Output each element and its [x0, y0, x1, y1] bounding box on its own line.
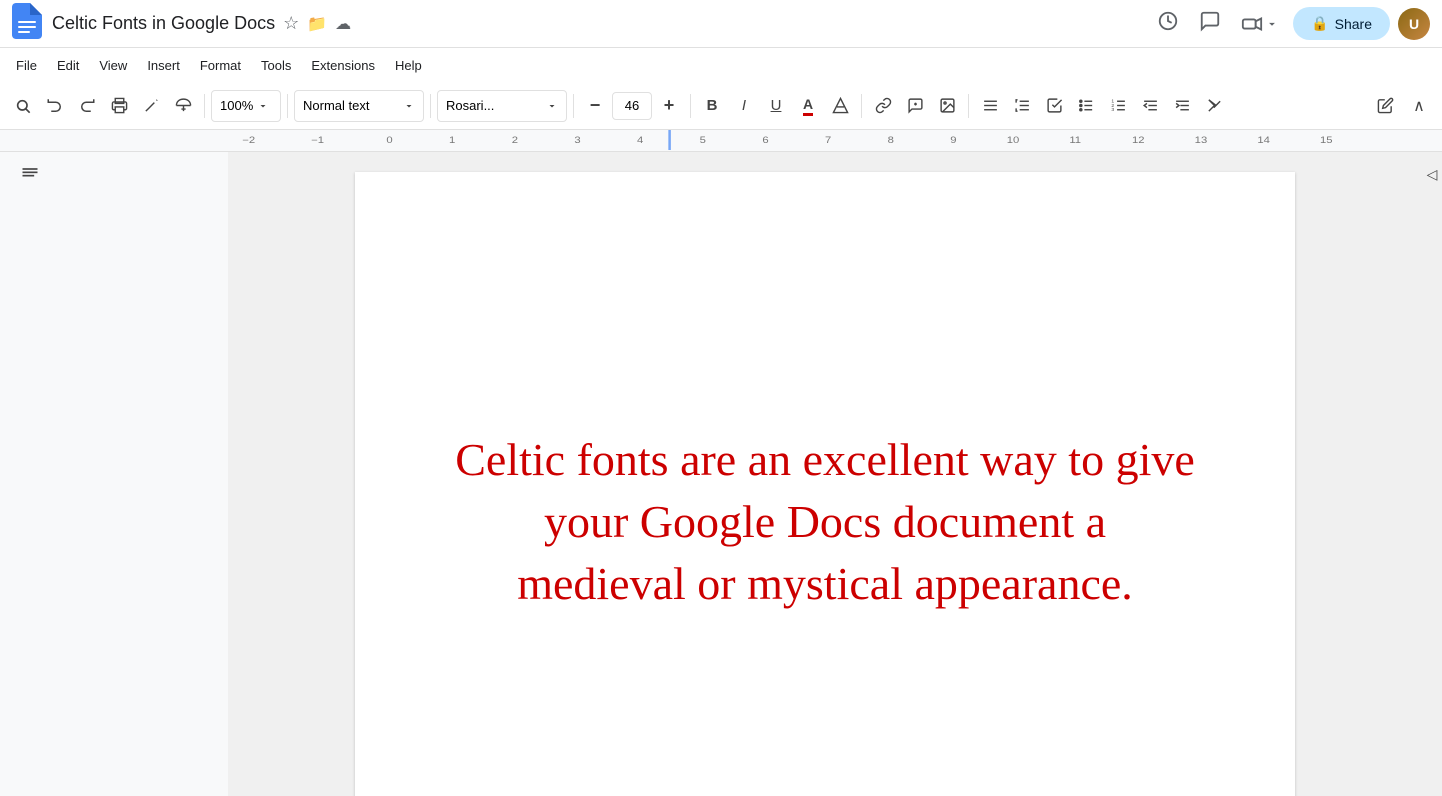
spellcheck-button[interactable]	[136, 91, 166, 121]
outline-icon[interactable]	[20, 164, 40, 189]
separator-5	[690, 94, 691, 118]
star-icon[interactable]: ☆	[283, 13, 299, 34]
align-button[interactable]	[975, 91, 1005, 121]
share-button[interactable]: 🔒 Share	[1293, 7, 1390, 40]
font-size-container: − +	[580, 91, 684, 121]
ruler: −2 −1 0 1 2 3 4 5 6 7 8 9 10 11 12 13 14…	[0, 130, 1442, 152]
separator-3	[430, 94, 431, 118]
google-docs-icon	[12, 3, 42, 44]
svg-text:8: 8	[888, 135, 895, 145]
avatar[interactable]: U	[1398, 8, 1430, 40]
doc-title[interactable]: Celtic Fonts in Google Docs	[52, 13, 275, 34]
menu-help[interactable]: Help	[387, 54, 430, 77]
title-icons: ☆ 📁 ☁	[283, 13, 351, 34]
cloud-save-icon: ☁	[335, 14, 351, 34]
svg-text:9: 9	[950, 135, 957, 145]
highlight-button[interactable]	[825, 91, 855, 121]
document-area: Celtic fonts are an excellent way to giv…	[228, 152, 1422, 796]
print-button[interactable]	[104, 91, 134, 121]
svg-text:6: 6	[762, 135, 769, 145]
font-dropdown[interactable]: Rosari...	[437, 90, 567, 122]
text-style-dropdown[interactable]: Normal text	[294, 90, 424, 122]
menu-extensions[interactable]: Extensions	[303, 54, 383, 77]
paint-format-button[interactable]	[168, 91, 198, 121]
svg-text:12: 12	[1132, 135, 1145, 145]
clear-format-button[interactable]	[1199, 91, 1229, 121]
collapse-toolbar-button[interactable]: ∧	[1404, 91, 1434, 121]
search-button[interactable]	[8, 91, 38, 121]
zoom-dropdown[interactable]: 100%	[211, 90, 281, 122]
svg-text:13: 13	[1195, 135, 1208, 145]
separator-2	[287, 94, 288, 118]
svg-text:11: 11	[1069, 135, 1081, 145]
link-button[interactable]	[868, 91, 898, 121]
svg-text:15: 15	[1320, 135, 1333, 145]
indent-decrease-button[interactable]	[1135, 91, 1165, 121]
comment-icon[interactable]	[1193, 4, 1227, 44]
font-size-input[interactable]	[612, 92, 652, 120]
numbered-list-button[interactable]: 123	[1103, 91, 1133, 121]
svg-text:3: 3	[1111, 107, 1114, 113]
svg-text:1: 1	[449, 135, 456, 145]
redo-button[interactable]	[72, 91, 102, 121]
header-right: 🔒 Share U	[1151, 4, 1430, 44]
lock-icon: 🔒	[1311, 15, 1328, 32]
menu-edit[interactable]: Edit	[49, 54, 87, 77]
comment-insert-button[interactable]	[900, 91, 930, 121]
bullet-list-button[interactable]	[1071, 91, 1101, 121]
image-button[interactable]	[932, 91, 962, 121]
checklist-button[interactable]	[1039, 91, 1069, 121]
left-sidebar	[0, 152, 228, 796]
svg-text:3: 3	[574, 135, 581, 145]
menu-insert[interactable]: Insert	[139, 54, 188, 77]
menu-bar: File Edit View Insert Format Tools Exten…	[0, 48, 1442, 82]
svg-text:2: 2	[512, 135, 519, 145]
menu-format[interactable]: Format	[192, 54, 249, 77]
menu-view[interactable]: View	[91, 54, 135, 77]
edit-mode-button[interactable]	[1370, 91, 1400, 121]
font-size-decrease[interactable]: −	[580, 91, 610, 121]
svg-text:−2: −2	[242, 135, 255, 145]
main-area: Celtic fonts are an excellent way to giv…	[0, 152, 1442, 796]
svg-text:7: 7	[825, 135, 832, 145]
undo-button[interactable]	[40, 91, 70, 121]
svg-text:−1: −1	[311, 135, 324, 145]
menu-file[interactable]: File	[8, 54, 45, 77]
indent-increase-button[interactable]	[1167, 91, 1197, 121]
collapse-sidebar-button[interactable]: ◁	[1427, 166, 1438, 183]
document-content[interactable]: Celtic fonts are an excellent way to giv…	[455, 429, 1195, 615]
svg-text:5: 5	[700, 135, 707, 145]
history-icon[interactable]	[1151, 4, 1185, 44]
font-size-increase[interactable]: +	[654, 91, 684, 121]
page[interactable]: Celtic fonts are an excellent way to giv…	[355, 172, 1295, 796]
underline-button[interactable]: U	[761, 91, 791, 121]
svg-text:10: 10	[1007, 135, 1020, 145]
right-sidebar: ◁	[1422, 152, 1442, 796]
svg-text:4: 4	[637, 135, 644, 145]
separator-1	[204, 94, 205, 118]
title-bar-left: Celtic Fonts in Google Docs ☆ 📁 ☁	[12, 3, 1151, 44]
svg-text:14: 14	[1257, 135, 1270, 145]
svg-text:0: 0	[386, 135, 393, 145]
title-bar: Celtic Fonts in Google Docs ☆ 📁 ☁ 🔒 Shar…	[0, 0, 1442, 48]
folder-icon[interactable]: 📁	[307, 14, 327, 34]
toolbar: 100% Normal text Rosari... − + B I U A	[0, 82, 1442, 130]
menu-tools[interactable]: Tools	[253, 54, 299, 77]
text-color-button[interactable]: A	[793, 91, 823, 121]
bold-button[interactable]: B	[697, 91, 727, 121]
line-spacing-button[interactable]	[1007, 91, 1037, 121]
italic-button[interactable]: I	[729, 91, 759, 121]
separator-7	[968, 94, 969, 118]
separator-4	[573, 94, 574, 118]
separator-6	[861, 94, 862, 118]
meet-icon[interactable]	[1235, 7, 1285, 41]
